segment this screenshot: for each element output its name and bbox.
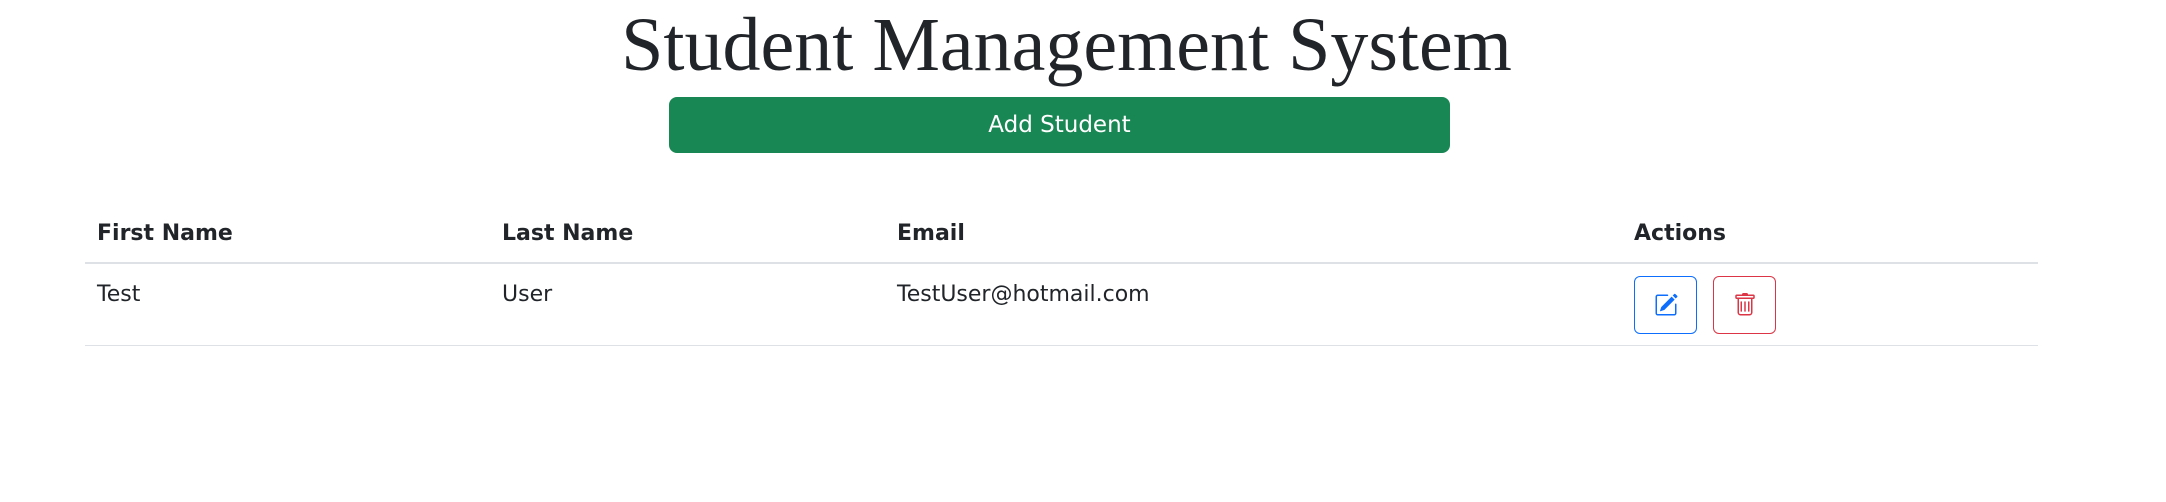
cell-email: TestUser@hotmail.com — [885, 263, 1622, 346]
page: Student Management System Add Student Fi… — [0, 0, 2166, 502]
column-header-email: Email — [885, 205, 1622, 264]
column-header-actions: Actions — [1622, 205, 2038, 264]
cell-last-name: User — [490, 263, 885, 346]
table-header-row: First Name Last Name Email Actions — [85, 205, 2038, 264]
cell-first-name: Test — [85, 263, 490, 346]
table-body: Test User TestUser@hotmail.com — [85, 263, 2038, 346]
edit-icon — [1655, 293, 1677, 316]
page-title: Student Management System — [621, 3, 1512, 87]
last-name-value: User — [502, 282, 553, 307]
row-actions — [1634, 264, 2038, 334]
table-row: Test User TestUser@hotmail.com — [85, 263, 2038, 346]
delete-button[interactable] — [1713, 276, 1776, 334]
email-value: TestUser@hotmail.com — [897, 282, 1150, 307]
cell-actions — [1622, 263, 2038, 346]
table-header: First Name Last Name Email Actions — [85, 205, 2038, 264]
edit-button[interactable] — [1634, 276, 1697, 334]
students-table: First Name Last Name Email Actions Test … — [85, 205, 2038, 346]
students-table-container: First Name Last Name Email Actions Test … — [85, 205, 2038, 346]
add-student-button[interactable]: Add Student — [669, 97, 1450, 153]
delete-icon — [1734, 293, 1755, 316]
column-header-first-name: First Name — [85, 205, 490, 264]
column-header-last-name: Last Name — [490, 205, 885, 264]
first-name-value: Test — [97, 282, 141, 307]
